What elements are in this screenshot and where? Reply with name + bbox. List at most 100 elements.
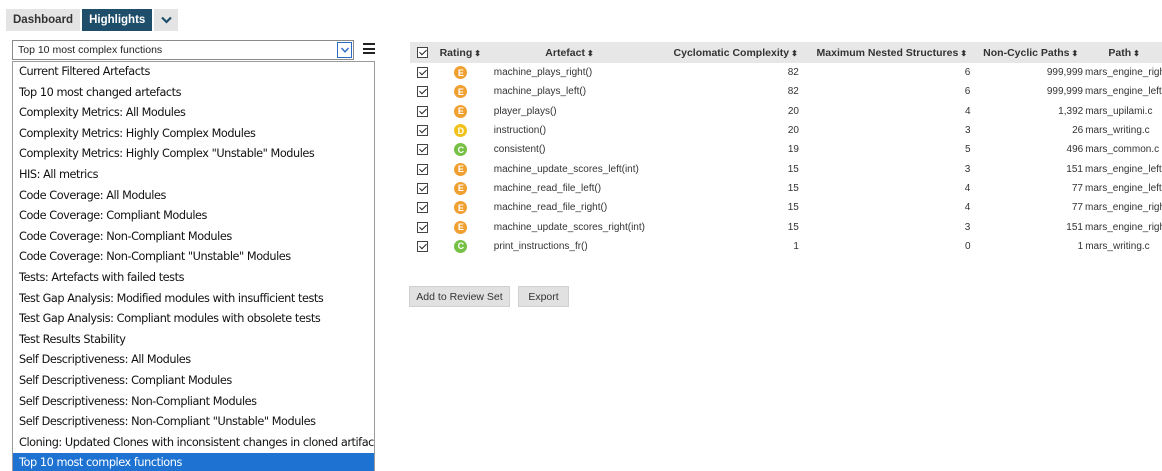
highlights-filter-select[interactable]: Top 10 most complex functions [12, 40, 354, 60]
artefact-link[interactable]: machine_read_file_left() [486, 183, 650, 194]
dropdown-option[interactable]: Code Coverage: Non-Compliant "Unstable" … [13, 247, 374, 268]
max-nested-structures-cell: 6 [964, 86, 971, 98]
path-cell: mars_engine_left.c [1084, 182, 1162, 194]
dropdown-option[interactable]: Test Gap Analysis: Compliant modules wit… [13, 309, 374, 330]
path-cell: mars_upilami.c [1085, 105, 1153, 117]
artefact-link[interactable]: machine_plays_left() [486, 86, 650, 97]
table-row[interactable]: Emachine_read_file_right() 15 4 77 mars_engi… [410, 198, 1162, 217]
dropdown-option[interactable]: Top 10 most changed artefacts [13, 83, 374, 104]
cyclomatic-complexity-cell: 1 [793, 240, 799, 252]
tab-bar: Dashboard Highlights [6, 9, 180, 31]
dropdown-option[interactable]: Code Coverage: All Modules [13, 186, 374, 207]
tab-menu-chevron-icon[interactable] [154, 9, 179, 31]
table-row[interactable]: Dinstruction() 20 3 26 mars_writing.c [410, 121, 1162, 140]
path-cell: mars_engine_left.c [1084, 86, 1162, 98]
dropdown-option[interactable]: HIS: All metrics [13, 165, 374, 186]
dropdown-option[interactable]: Complexity Metrics: Highly Complex "Unst… [13, 144, 374, 165]
row-checkbox[interactable] [410, 202, 436, 214]
dropdown-option[interactable]: Tests: Artefacts with failed tests [13, 268, 374, 289]
path-cell: mars_common.c [1085, 144, 1160, 156]
header-cyclomatic-complexity[interactable]: Cyclomatic Complexity ⬍ [650, 47, 798, 59]
table-row[interactable]: Emachine_read_file_left() 15 4 77 mars_engin… [410, 179, 1162, 198]
non-cyclic-paths-cell: 26 [1072, 125, 1084, 137]
row-checkbox[interactable] [410, 105, 436, 117]
dropdown-option[interactable]: Test Results Stability [13, 330, 374, 351]
export-button[interactable]: Export [518, 286, 569, 307]
header-path[interactable]: Path ⬍ [1078, 47, 1162, 59]
artefact-link[interactable]: instruction() [486, 125, 650, 136]
non-cyclic-paths-cell: 1 [1077, 240, 1084, 252]
cyclomatic-complexity-cell: 15 [787, 202, 799, 214]
row-checkbox[interactable] [410, 144, 436, 156]
table-row[interactable]: Emachine_plays_left() 82 6 999,999 mars_engi… [410, 82, 1162, 101]
table-row[interactable]: Emachine_update_scores_right(int) 15 3 151 m… [410, 217, 1162, 236]
artefact-link[interactable]: print_instructions_fr() [486, 241, 650, 252]
dropdown-option[interactable]: Test Gap Analysis: Modified modules with… [13, 289, 374, 310]
non-cyclic-paths-cell: 77 [1071, 202, 1083, 214]
table-row[interactable]: Emachine_update_scores_left(int) 15 3 151 ma… [410, 159, 1162, 178]
artefact-link[interactable]: consistent() [486, 144, 650, 155]
non-cyclic-paths-cell: 999,999 [1046, 67, 1083, 79]
artefact-link[interactable]: machine_plays_right() [486, 67, 650, 78]
path-cell: mars_engine_right.c [1084, 221, 1162, 233]
dropdown-option[interactable]: Self Descriptiveness: All Modules [13, 350, 374, 371]
row-checkbox[interactable] [410, 182, 436, 194]
cyclomatic-complexity-cell: 15 [787, 163, 799, 175]
select-all-checkbox[interactable] [410, 47, 436, 58]
max-nested-structures-cell: 3 [964, 221, 971, 233]
dropdown-option[interactable]: Self Descriptiveness: Non-Compliant Modu… [13, 392, 374, 413]
tab-dashboard[interactable]: Dashboard [6, 9, 81, 31]
cyclomatic-complexity-cell: 15 [787, 221, 799, 233]
dropdown-option[interactable]: Top 10 most complex functions [13, 453, 374, 471]
table-row[interactable]: Cprint_instructions_fr() 1 0 1 mars_writing.… [410, 237, 1162, 256]
table-row[interactable]: Eplayer_plays() 20 4 1,392 mars_upilami.c [410, 102, 1162, 121]
dropdown-option[interactable]: Self Descriptiveness: Compliant Modules [13, 371, 374, 392]
artefact-link[interactable]: player_plays() [486, 106, 650, 117]
chevron-down-icon[interactable] [337, 42, 352, 58]
row-checkbox[interactable] [410, 221, 436, 233]
rating-cell: C [436, 239, 486, 253]
header-rating[interactable]: Rating ⬍ [436, 47, 489, 59]
path-cell: mars_writing.c [1085, 240, 1150, 252]
path-cell: mars_writing.c [1085, 125, 1150, 137]
dropdown-option[interactable]: Cloning: Updated Clones with inconsisten… [13, 433, 374, 454]
max-nested-structures-cell: 3 [964, 125, 971, 137]
tab-highlights[interactable]: Highlights [82, 9, 153, 31]
cyclomatic-complexity-cell: 20 [787, 105, 799, 117]
sort-icon: ⬍ [474, 48, 481, 58]
non-cyclic-paths-cell: 77 [1071, 182, 1083, 194]
cyclomatic-complexity-cell: 20 [787, 125, 799, 137]
table-row[interactable]: Cconsistent() 19 5 496 mars_common.c [410, 140, 1162, 159]
row-checkbox[interactable] [410, 163, 436, 175]
dropdown-option[interactable]: Complexity Metrics: Highly Complex Modul… [13, 124, 374, 145]
rating-badge: E [454, 85, 468, 99]
row-checkbox[interactable] [410, 67, 436, 79]
max-nested-structures-cell: 5 [964, 144, 971, 156]
non-cyclic-paths-cell: 1,392 [1058, 105, 1084, 117]
rating-badge: E [454, 66, 468, 80]
dropdown-option[interactable]: Current Filtered Artefacts [13, 62, 374, 83]
dropdown-option[interactable]: Self Descriptiveness: Non-Compliant "Uns… [13, 412, 374, 433]
artefact-link[interactable]: machine_update_scores_left(int) [486, 164, 650, 175]
header-max-nested-structures[interactable]: Maximum Nested Structures ⬍ [798, 47, 968, 59]
dropdown-option[interactable]: Complexity Metrics: All Modules [13, 103, 374, 124]
add-to-review-set-button[interactable]: Add to Review Set [409, 286, 510, 307]
header-artefact[interactable]: Artefact ⬍ [489, 47, 650, 59]
row-checkbox[interactable] [410, 240, 436, 252]
dropdown-option[interactable]: Code Coverage: Compliant Modules [13, 206, 374, 227]
hamburger-menu-icon[interactable] [363, 43, 375, 54]
max-nested-structures-cell: 3 [964, 163, 971, 175]
table-row[interactable]: Emachine_plays_right() 82 6 999,999 mars_eng… [410, 63, 1162, 82]
cyclomatic-complexity-cell: 19 [787, 144, 799, 156]
rating-badge: E [454, 201, 468, 215]
filter-selected-value: Top 10 most complex functions [18, 44, 163, 56]
dropdown-option[interactable]: Code Coverage: Non-Compliant Modules [13, 227, 374, 248]
header-non-cyclic-paths[interactable]: Non-Cyclic Paths ⬍ [967, 47, 1078, 59]
artefact-link[interactable]: machine_read_file_right() [486, 202, 650, 213]
row-checkbox[interactable] [410, 125, 436, 137]
artefact-link[interactable]: machine_update_scores_right(int) [486, 222, 650, 233]
row-checkbox[interactable] [410, 86, 436, 98]
non-cyclic-paths-cell: 151 [1066, 163, 1083, 175]
rating-cell: D [436, 124, 486, 138]
table-body: Emachine_plays_right() 82 6 999,999 mars_eng… [410, 63, 1162, 256]
